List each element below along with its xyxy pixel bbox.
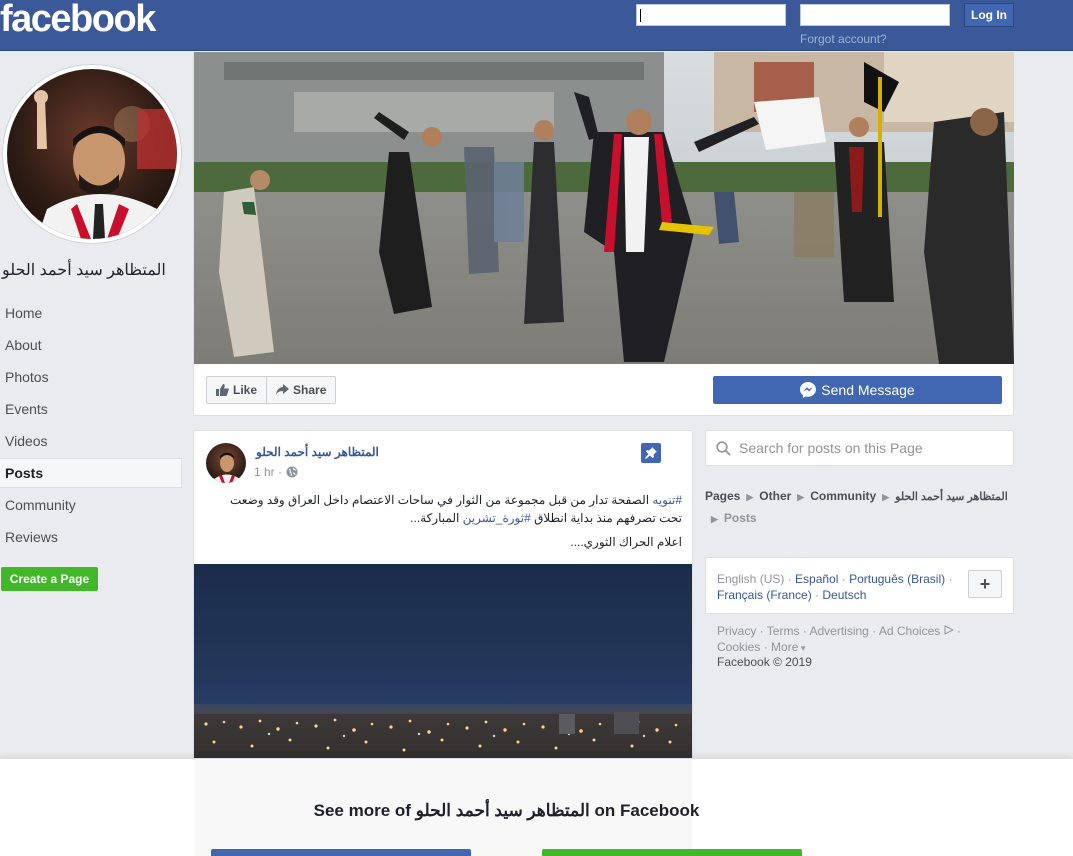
overlay-title: See more of المتظاهر سيد أحمد الحلو on F… — [0, 801, 1013, 821]
search-input[interactable] — [739, 440, 999, 456]
like-label: Like — [233, 383, 258, 397]
breadcrumb-posts: Posts — [723, 511, 757, 525]
thumbs-up-icon — [216, 384, 229, 396]
post-body-end: المباركة... — [410, 511, 463, 525]
send-message-button[interactable]: Send Message — [713, 376, 1002, 404]
copyright: Facebook © 2019 — [717, 655, 812, 669]
facebook-logo[interactable]: facebook — [0, 0, 156, 41]
like-button[interactable]: Like — [207, 377, 266, 403]
login-button[interactable]: Log In — [964, 3, 1014, 27]
password-field[interactable] — [800, 4, 950, 26]
post-text: #تنويه الصفحة تدار من قبل مجموعة من الثو… — [206, 491, 682, 527]
send-message-label: Send Message — [821, 382, 915, 398]
breadcrumb-page-name[interactable]: المتظاهر سيد أحمد الحلو — [895, 491, 1008, 503]
profile-picture[interactable] — [3, 65, 181, 243]
footer-terms[interactable]: Terms — [767, 624, 800, 638]
overlay-title-suffix: on Facebook — [589, 801, 700, 820]
share-button[interactable]: Share — [266, 377, 335, 403]
footer-cookies[interactable]: Cookies — [717, 640, 760, 654]
breadcrumb-arrow-icon: ▶ — [797, 492, 805, 502]
breadcrumb-arrow-icon: ▶ — [711, 514, 718, 524]
top-bar: facebook Log In Forgot account? — [0, 0, 1073, 51]
language-list: English (US) · Español · Português (Bras… — [717, 572, 953, 602]
pin-icon[interactable] — [641, 443, 661, 463]
sidebar-item-community[interactable]: Community — [0, 489, 182, 521]
share-label: Share — [293, 383, 327, 397]
footer-privacy[interactable]: Privacy — [717, 624, 756, 638]
language-selector: English (US) · Español · Português (Bras… — [705, 557, 1014, 614]
hashtag-link[interactable]: #ثورة_تشرين — [463, 511, 531, 525]
overlay-create-account-button[interactable] — [542, 849, 802, 856]
footer-advertising[interactable]: Advertising — [809, 624, 868, 638]
text-cursor — [640, 9, 641, 22]
create-page-button[interactable]: Create a Page — [1, 567, 98, 591]
footer-more[interactable]: More — [771, 640, 798, 654]
overlay-title-prefix: See more of — [313, 801, 416, 820]
sidebar-item-photos[interactable]: Photos — [0, 361, 182, 393]
page-actions: Like Share — [206, 376, 337, 404]
language-francais[interactable]: Français (France) — [717, 588, 812, 602]
page-search-box[interactable] — [705, 430, 1014, 466]
post-time-label: 1 hr · — [254, 465, 283, 479]
language-deutsch[interactable]: Deutsch — [822, 588, 866, 602]
sidebar-item-videos[interactable]: Videos — [0, 425, 182, 457]
ad-choices-icon — [944, 625, 954, 635]
breadcrumb-arrow-icon: ▶ — [882, 492, 890, 502]
email-field[interactable] — [636, 4, 786, 26]
breadcrumb-community[interactable]: Community — [810, 489, 876, 503]
breadcrumb: Pages ▶ Other ▶ Community ▶ المتظاهر سيد أحمد … — [705, 486, 1015, 530]
post-author-avatar[interactable] — [206, 443, 246, 483]
breadcrumb-pages[interactable]: Pages — [705, 489, 740, 503]
sidebar-nav: Home About Photos Events Videos Posts Co… — [0, 297, 182, 553]
language-espanol[interactable]: Español — [795, 572, 838, 586]
sidebar-item-home[interactable]: Home — [0, 297, 182, 329]
breadcrumb-arrow-icon: ▶ — [746, 492, 754, 502]
post-author-name[interactable]: المتظاهر سيد أحمد الحلو — [256, 445, 379, 459]
overlay-login-button[interactable] — [211, 849, 471, 856]
sidebar-item-reviews[interactable]: Reviews — [0, 521, 182, 553]
search-icon — [716, 441, 731, 456]
cover-card: Like Share Send Message — [193, 52, 1014, 416]
footer-links: Privacy · Terms · Advertising · Ad Choic… — [717, 624, 961, 654]
caret-down-icon: ▾ — [798, 643, 806, 653]
breadcrumb-other[interactable]: Other — [759, 489, 791, 503]
post-timestamp[interactable]: 1 hr · — [254, 465, 298, 479]
profile-photo — [7, 69, 177, 239]
more-languages-button[interactable]: + — [968, 570, 1002, 598]
sidebar-item-events[interactable]: Events — [0, 393, 182, 425]
share-icon — [276, 384, 290, 395]
language-current: English (US) — [717, 572, 785, 586]
footer-ad-choices[interactable]: Ad Choices — [879, 624, 940, 638]
sidebar-item-posts[interactable]: Posts — [0, 458, 182, 488]
hashtag-link[interactable]: #تنويه — [652, 493, 682, 507]
forgot-account-link[interactable]: Forgot account? — [800, 32, 887, 46]
post-signature: اعلام الحراك الثوري.... — [570, 535, 682, 549]
cover-photo[interactable] — [194, 52, 1014, 364]
signup-overlay: See more of المتظاهر سيد أحمد الحلو on F… — [0, 758, 1073, 856]
sidebar-item-about[interactable]: About — [0, 329, 182, 361]
messenger-icon — [800, 382, 817, 398]
language-portugues[interactable]: Português (Brasil) — [849, 572, 945, 586]
globe-icon — [286, 466, 298, 478]
page-title[interactable]: المتظاهر سيد أحمد الحلو — [2, 260, 182, 280]
overlay-title-page-name: المتظاهر سيد أحمد الحلو — [415, 801, 590, 820]
